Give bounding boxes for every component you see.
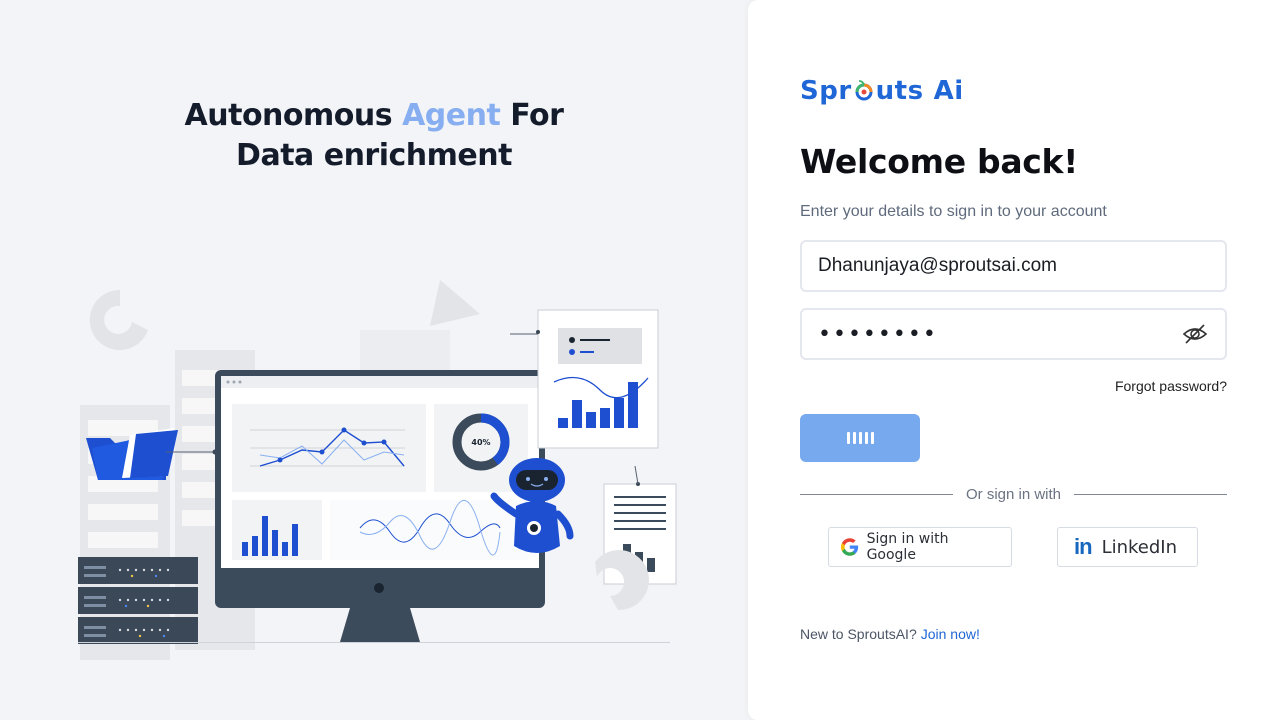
divider-rule [800,493,953,495]
loading-bar [870,432,874,444]
hero-title: Autonomous Agent For Data enrichment [0,96,748,176]
divider-label: Or sign in with [965,485,1062,503]
forgot-password-link[interactable]: Forgot password? [1115,378,1227,394]
eye-off-icon[interactable] [1181,320,1209,348]
password-field[interactable]: •••••••• [800,308,1227,360]
hero-title-part3: For [500,98,564,133]
google-label: Sign in with Google [866,531,949,563]
linkedin-label: LinkedIn [1101,536,1177,558]
hero-title-line2: Data enrichment [236,138,512,173]
login-subtitle: Enter your details to sign in to your ac… [800,203,1107,220]
linkedin-icon: in [1074,534,1093,559]
google-icon [841,538,859,556]
hero-illustration: 40% [78,280,677,660]
new-user-label: New to SproutsAI? [800,626,917,642]
hero-title-accent: Agent [402,98,501,133]
email-field[interactable] [800,240,1227,292]
new-user-prompt: New to SproutsAI? Join now! [800,626,980,642]
welcome-heading: Welcome back! [800,142,1078,181]
join-now-link[interactable]: Join now! [921,626,980,642]
sproutsai-logo: Spr uts Ai [800,74,964,108]
sprout-o-icon [855,80,873,101]
sign-in-button[interactable] [800,414,920,462]
or-divider: Or sign in with [800,484,1228,504]
linkedin-sign-in-button[interactable]: in LinkedIn [1057,527,1198,567]
loading-bar [858,432,862,444]
google-sign-in-button[interactable]: Sign in with Google [828,527,1012,567]
logo-text-left: Spr [800,76,852,106]
email-input[interactable] [818,255,1209,277]
hero-panel: Autonomous Agent For Data enrichment 40% [0,0,748,720]
logo-text-ai: Ai [933,76,964,106]
logo-text-mid: uts [875,76,924,106]
password-input[interactable]: •••••••• [818,322,1181,347]
donut-percent-label: 40% [471,438,490,447]
login-card: Spr uts Ai Welcome back! Enter your deta… [748,0,1280,720]
loading-bar [852,432,856,444]
loading-bar [846,432,850,444]
loading-bar [864,432,868,444]
hero-title-part1: Autonomous [184,98,403,133]
divider-rule [1074,493,1228,495]
